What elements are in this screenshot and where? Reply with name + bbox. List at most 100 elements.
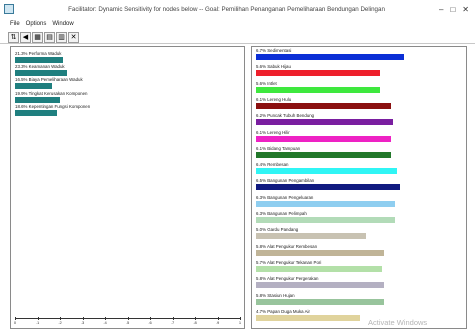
menu-bar: File Options Window <box>0 18 475 30</box>
x-axis: 0 .1 .2 .3 .4 .5 .6 .7 .8 .9 1 <box>13 317 242 325</box>
alternative-bar <box>256 265 382 272</box>
alternative-label: 6.3% Bangunan Pengeluaran <box>256 194 314 200</box>
grid-icon: ▦ <box>34 33 41 41</box>
axis-tick-label: 0 <box>13 320 17 325</box>
criterion-label: 19.9% Tingkat Kerusakan Komponen <box>15 90 88 96</box>
alternative-bar <box>256 54 404 60</box>
chart-icon: ▥ <box>58 33 65 41</box>
window-controls: – □ ✕ <box>439 5 469 14</box>
axis-tick-label: .5 <box>125 320 130 325</box>
alternative-bar <box>256 249 385 256</box>
table-icon: ▤ <box>46 33 53 41</box>
alternative-row[interactable]: 5.8% Stasiun Hujan <box>256 292 385 305</box>
maximize-button[interactable]: □ <box>450 5 455 14</box>
axis-tick-label: .8 <box>193 320 197 325</box>
alternative-label: 5.6% Intlet <box>256 80 277 86</box>
alternative-row[interactable]: 5.6% Intlet <box>256 81 380 93</box>
close-x-button[interactable]: ✕ <box>68 31 79 43</box>
alternative-label: 6.1% Lereng Hulu <box>256 96 292 102</box>
criterion-label: 18.6% Kepentingan Fungsi Komponen <box>15 103 91 109</box>
criterion-bar[interactable] <box>15 83 53 90</box>
alternative-row[interactable]: 5.8% Alat Pengukur Pergerakan <box>256 276 385 289</box>
alternative-label: 5.8% Stasiun Hujan <box>256 292 295 298</box>
criterion-bar[interactable] <box>15 57 63 63</box>
grid-button[interactable]: ▦ <box>32 31 43 43</box>
alternative-row[interactable]: 4.7% Papan Duga Muka Air <box>256 309 360 321</box>
criterion-row[interactable]: 23.3% Keamanan Waduk <box>15 64 68 77</box>
criterion-row[interactable]: 19.9% Tingkat Kerusakan Komponen <box>15 91 88 103</box>
axis-tick-label: .4 <box>103 320 107 325</box>
axis-tick-label: .3 <box>80 320 85 325</box>
criterion-bar[interactable] <box>15 96 60 103</box>
alternative-bar <box>256 70 380 77</box>
alternative-label: 6.2% Puncak Tubuh Bendung <box>256 113 315 119</box>
alternative-label: 5.8% Alat Pengukur Pergerakan <box>256 276 319 282</box>
toolbar: ⇅ ◀ ▦ ▤ ▥ ✕ <box>0 31 475 44</box>
nav-left-button[interactable]: ◀ <box>20 31 31 43</box>
alternative-bar <box>256 102 391 109</box>
title-bar: Facilitator: Dynamic Sensitivity for nod… <box>0 0 475 18</box>
alternative-row[interactable]: 6.1% Lereng Hilir <box>256 130 391 142</box>
alternative-bar <box>256 217 396 223</box>
criterion-label: 23.3% Keamanan Waduk <box>15 64 65 70</box>
alternative-row[interactable]: 5.8% Alat Pengukur Rembesan <box>256 243 385 256</box>
window-title: Facilitator: Dynamic Sensitivity for nod… <box>68 5 385 13</box>
alternative-label: 5.7% Alat Pengukur Tekanan Pori <box>256 259 322 265</box>
criterion-row[interactable]: 21.3% Performa Waduk <box>15 51 63 63</box>
app-icon <box>4 4 14 14</box>
alternative-row[interactable]: 6.5% Bangunan Pengambilan <box>256 178 400 191</box>
alternative-bar <box>256 184 400 191</box>
alternative-label: 6.1% Bidang Tampuan <box>256 145 301 151</box>
criterion-bar[interactable] <box>15 109 57 116</box>
criterion-label: 21.3% Performa Waduk <box>15 51 62 56</box>
nav-left-icon: ◀ <box>22 33 29 41</box>
axis-tick-label: .1 <box>35 320 40 325</box>
alternative-label: 6.7% Sedimentasi <box>256 48 292 53</box>
alternative-bar <box>256 282 385 289</box>
alternative-label: 5.6% Sabuk Hijau <box>256 64 291 70</box>
graph-icon: ⇅ <box>10 33 17 41</box>
alternative-label: 4.7% Papan Duga Muka Air <box>256 308 310 314</box>
alternative-bar <box>256 151 391 158</box>
axis-tick-label: .6 <box>148 320 152 325</box>
alternative-bar <box>256 135 391 142</box>
alternative-label: 6.1% Lereng Hilir <box>256 129 290 135</box>
alternative-row[interactable]: 5.6% Sabuk Hijau <box>256 64 380 77</box>
criterion-bar[interactable] <box>15 70 68 77</box>
menu-window[interactable]: Window <box>52 21 73 27</box>
axis-tick-label: 1 <box>238 320 242 325</box>
alternative-bar <box>256 168 398 175</box>
alternative-row[interactable]: 6.1% Bidang Tampuan <box>256 146 391 158</box>
alternative-row[interactable]: 6.3% Bangunan Pelimpah <box>256 211 396 223</box>
alternative-row[interactable]: 6.1% Lereng Hulu <box>256 97 391 109</box>
table-button[interactable]: ▤ <box>44 31 55 43</box>
menu-file[interactable]: File <box>10 21 20 27</box>
criterion-row[interactable]: 18.6% Kepentingan Fungsi Komponen <box>15 104 90 116</box>
alternative-row[interactable]: 6.3% Bangunan Pengeluaran <box>256 194 396 207</box>
axis-tick-label: .7 <box>170 320 175 325</box>
alternative-bar <box>256 233 367 240</box>
alternative-label: 5.0% Gardu Pandang <box>256 227 299 233</box>
alternatives-priority-panel: 6.7% Sedimentasi 5.6% Sabuk Hijau 5.6% Int… <box>251 46 467 329</box>
alternative-row[interactable]: 6.4% Rembesan <box>256 162 398 175</box>
graph-button[interactable]: ⇅ <box>8 31 19 43</box>
criteria-sensitivity-panel: 0 .1 .2 .3 .4 .5 .6 .7 .8 .9 1 21.3% Performa Wadu… <box>10 46 245 329</box>
alternative-bar <box>256 298 385 305</box>
minimize-button[interactable]: – <box>439 5 443 14</box>
activate-windows-watermark: Activate Windows <box>368 318 428 327</box>
alternative-label: 5.8% Alat Pengukur Rembesan <box>256 243 318 249</box>
alternative-row[interactable]: 5.7% Alat Pengukur Tekanan Pori <box>256 260 382 272</box>
menu-options[interactable]: Options <box>26 21 47 27</box>
criterion-label: 16.5% Biaya Pemeliharaan Waduk <box>15 77 83 83</box>
alternative-label: 6.3% Bangunan Pelimpah <box>256 211 307 216</box>
alternative-label: 6.4% Rembesan <box>256 162 289 168</box>
close-x-icon: ✕ <box>70 33 77 41</box>
criterion-row[interactable]: 16.5% Biaya Pemeliharaan Waduk <box>15 77 83 90</box>
chart-button[interactable]: ▥ <box>56 31 67 43</box>
alternative-bar <box>256 86 380 93</box>
axis-tick-label: .9 <box>215 320 220 325</box>
alternative-row[interactable]: 5.0% Gardu Pandang <box>256 227 367 240</box>
alternative-row[interactable]: 6.2% Puncak Tubuh Bendung <box>256 113 393 126</box>
alternative-row[interactable]: 6.7% Sedimentasi <box>256 48 404 60</box>
close-button[interactable]: ✕ <box>462 5 469 14</box>
